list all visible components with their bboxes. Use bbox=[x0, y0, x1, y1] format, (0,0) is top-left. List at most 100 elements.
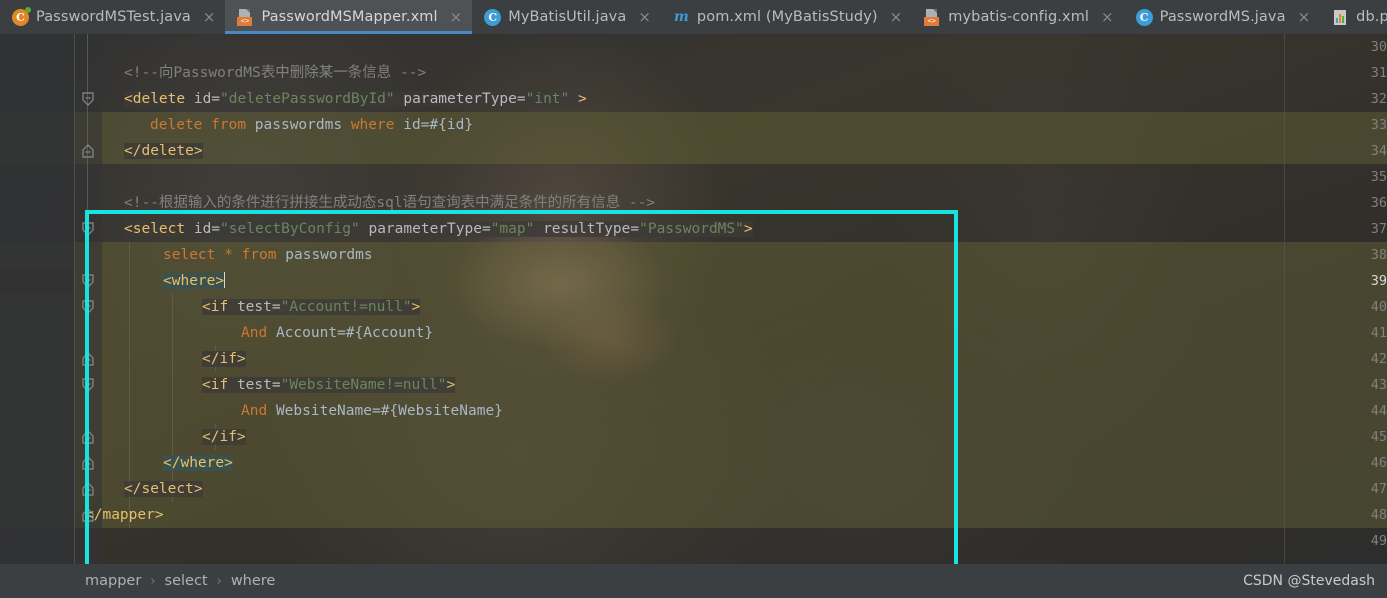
chevron-right-icon: › bbox=[150, 573, 156, 589]
xml-attr-name: id= bbox=[193, 91, 221, 107]
java-class-icon: C bbox=[484, 8, 502, 26]
xml-tag-name: </if> bbox=[202, 351, 246, 367]
xml-attr-value: "map" bbox=[490, 221, 535, 237]
close-icon[interactable]: × bbox=[1298, 9, 1311, 25]
code-line-47: </select> bbox=[124, 476, 203, 502]
xml-tag-name: <delete bbox=[124, 91, 186, 107]
xml-attr-name: id= bbox=[193, 221, 221, 237]
xml-comment: <!--向PasswordMS表中删除某一条信息 --> bbox=[124, 65, 427, 81]
properties-file-icon bbox=[1332, 9, 1349, 26]
tab-label: db.proper bbox=[1356, 9, 1387, 25]
sql-star: * bbox=[224, 247, 233, 263]
code-line-41: And Account=#{Account} bbox=[241, 320, 433, 346]
tab-label: PasswordMSTest.java bbox=[36, 9, 191, 25]
tab-label: PasswordMS.java bbox=[1159, 9, 1286, 25]
sql-keyword: delete bbox=[150, 117, 203, 133]
sql-keyword: And bbox=[241, 325, 268, 341]
close-icon[interactable]: × bbox=[450, 9, 463, 25]
xml-attr-value: "PasswordMS" bbox=[639, 221, 744, 237]
xml-attr-value: "selectByConfig" bbox=[220, 221, 360, 237]
code-line-34: </delete> bbox=[124, 138, 203, 164]
code-line-39: <where> bbox=[163, 268, 226, 294]
close-icon[interactable]: × bbox=[638, 9, 651, 25]
breadcrumb-bar: mapper › select › where CSDN @Stevedash bbox=[0, 564, 1387, 598]
xml-attr-value: "Account!=null" bbox=[280, 299, 412, 315]
xml-file-icon: <> bbox=[237, 8, 254, 26]
xml-tag-name: </if> bbox=[202, 429, 246, 445]
xml-comment: <!--根据输入的条件进行拼接生成动态sql语句查询表中满足条件的所有信息 --… bbox=[124, 195, 656, 211]
xml-tag-name: </select> bbox=[124, 481, 203, 497]
xml-tag-close: > bbox=[446, 377, 456, 393]
xml-attr-value: "deletePasswordById" bbox=[220, 91, 395, 107]
xml-tag-name: <if bbox=[202, 299, 229, 315]
chevron-right-icon: › bbox=[216, 573, 222, 589]
code-line-31: <!--向PasswordMS表中删除某一条信息 --> bbox=[124, 60, 426, 86]
tab-passwordms-java[interactable]: C PasswordMS.java × bbox=[1123, 0, 1321, 34]
xml-tag-name-matched: <where> bbox=[163, 273, 225, 289]
xml-tag-close: > bbox=[578, 91, 587, 107]
code-line-46: </where> bbox=[163, 450, 233, 476]
tab-mybatisutil-java[interactable]: C MyBatisUtil.java × bbox=[472, 0, 661, 34]
xml-attr-name: test= bbox=[236, 377, 281, 393]
code-line-38: select * from passwordms bbox=[163, 242, 373, 268]
breadcrumb-item-select[interactable]: select bbox=[165, 573, 208, 589]
tab-passwordmsmapper-xml[interactable]: <> PasswordMSMapper.xml × bbox=[225, 0, 473, 34]
tab-label: MyBatisUtil.java bbox=[508, 9, 627, 25]
code-text[interactable]: <!--向PasswordMS表中删除某一条信息 --> <delete id=… bbox=[0, 34, 1387, 564]
code-line-44: And WebsiteName=#{WebsiteName} bbox=[241, 398, 503, 424]
tab-label: pom.xml (MyBatisStudy) bbox=[696, 9, 878, 25]
code-line-42: </if> bbox=[202, 346, 246, 372]
sql-keyword: select bbox=[163, 247, 216, 263]
text-caret bbox=[224, 272, 226, 288]
close-icon[interactable]: × bbox=[1101, 9, 1114, 25]
xml-tag-close: > bbox=[743, 221, 753, 237]
breadcrumb-item-mapper[interactable]: mapper bbox=[85, 573, 141, 589]
sql-expression: Account=#{Account} bbox=[275, 325, 434, 341]
tab-db-properties[interactable]: db.proper bbox=[1320, 0, 1387, 34]
sql-expression: WebsiteName=#{WebsiteName} bbox=[275, 403, 503, 419]
xml-tag-name: <select bbox=[124, 221, 186, 237]
breadcrumb-item-where[interactable]: where bbox=[231, 573, 276, 589]
sql-table: passwordms bbox=[254, 117, 343, 133]
watermark-text: CSDN @Stevedash bbox=[1243, 573, 1375, 589]
code-line-37: <select id="selectByConfig" parameterTyp… bbox=[124, 216, 753, 242]
code-line-45: </if> bbox=[202, 424, 246, 450]
sql-keyword: from bbox=[241, 247, 277, 263]
code-editor[interactable]: 30 31 32 33 34 35 36 37 38 39 40 41 42 4… bbox=[0, 34, 1387, 564]
sql-keyword: where bbox=[350, 117, 395, 133]
close-icon[interactable]: × bbox=[203, 9, 216, 25]
xml-tag-name-matched: </where> bbox=[163, 455, 233, 471]
code-line-40: <if test="Account!=null"> bbox=[202, 294, 421, 320]
xml-attr-name: parameterType= bbox=[403, 91, 526, 107]
xml-tag-name: </mapper> bbox=[85, 507, 164, 523]
xml-tag-close: > bbox=[411, 299, 421, 315]
java-test-class-icon: C bbox=[12, 6, 31, 26]
tab-pom-xml[interactable]: m pom.xml (MyBatisStudy) × bbox=[660, 0, 913, 34]
tab-passwordmstest-java[interactable]: C PasswordMSTest.java × bbox=[0, 0, 226, 34]
xml-attr-name: test= bbox=[236, 299, 281, 315]
xml-file-icon: <> bbox=[924, 8, 941, 26]
sql-table: passwordms bbox=[285, 247, 373, 263]
sql-expression: id=#{id} bbox=[403, 117, 474, 133]
tab-mybatis-config-xml[interactable]: <> mybatis-config.xml × bbox=[912, 0, 1124, 34]
breadcrumb: mapper › select › where bbox=[0, 573, 275, 589]
sql-keyword: from bbox=[211, 117, 247, 133]
xml-tag-name: </delete> bbox=[124, 143, 203, 159]
maven-file-icon: m bbox=[674, 9, 689, 25]
code-line-32: <delete id="deletePasswordById" paramete… bbox=[124, 86, 587, 112]
tab-label: PasswordMSMapper.xml bbox=[261, 9, 438, 25]
xml-tag-name: <if bbox=[202, 377, 229, 393]
java-class-icon: C bbox=[1135, 8, 1153, 26]
close-icon[interactable]: × bbox=[890, 9, 903, 25]
editor-tab-bar: C PasswordMSTest.java × <> PasswordMSMap… bbox=[0, 0, 1387, 34]
sql-keyword: And bbox=[241, 403, 268, 419]
code-line-33: delete from passwordms where id=#{id} bbox=[150, 112, 473, 138]
xml-attr-name: resultType= bbox=[543, 221, 640, 237]
code-line-36: <!--根据输入的条件进行拼接生成动态sql语句查询表中满足条件的所有信息 --… bbox=[124, 190, 655, 216]
code-line-48: </mapper> bbox=[85, 502, 164, 528]
xml-attr-value: "WebsiteName!=null" bbox=[280, 377, 447, 393]
tab-label: mybatis-config.xml bbox=[948, 9, 1090, 25]
code-line-43: <if test="WebsiteName!=null"> bbox=[202, 372, 456, 398]
xml-attr-value: "int" bbox=[525, 91, 570, 107]
xml-attr-name: parameterType= bbox=[368, 221, 491, 237]
